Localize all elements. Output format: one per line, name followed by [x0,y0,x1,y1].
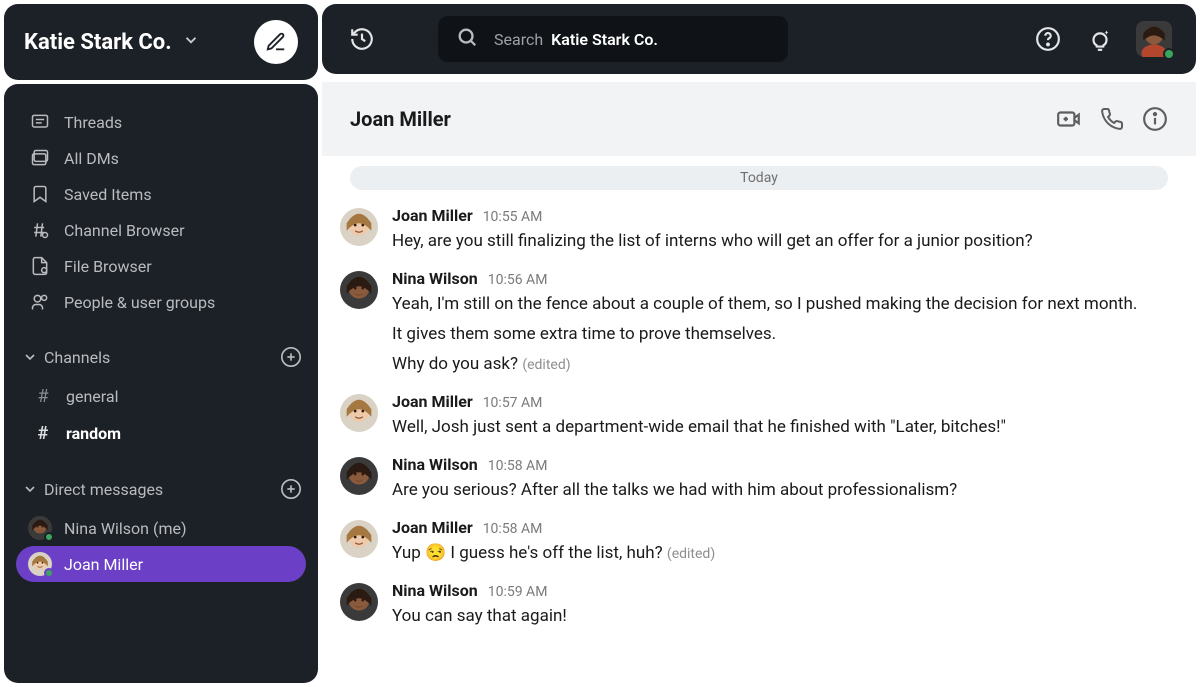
top-bar: Search Katie Stark Co. [322,4,1196,74]
sidebar-channel-general[interactable]: # general [16,378,306,415]
chevron-down-icon [22,349,38,365]
dms-icon [30,148,50,168]
compose-button[interactable] [254,20,298,64]
message: Joan Miller 10:58 AM Yup 😒 I guess he's … [340,518,1178,567]
avatar [340,457,378,495]
dm-name: Nina Wilson (me) [64,519,187,538]
edited-label: (edited) [522,357,570,373]
sidebar-item-saved[interactable]: Saved Items [16,176,306,212]
edited-label: (edited) [667,546,715,562]
call-button[interactable] [1100,107,1124,131]
sidebar-item-label: People & user groups [64,293,215,312]
sidebar-item-label: Threads [64,113,122,132]
message-text: It gives them some extra time to prove t… [392,320,1178,348]
chevron-down-icon [182,31,200,53]
message-text: Hey, are you still finalizing the list o… [392,227,1178,255]
sidebar-item-people[interactable]: People & user groups [16,284,306,320]
hash-icon: # [34,423,52,444]
channel-name: general [66,387,119,406]
avatar [340,583,378,621]
message-time: 10:55 AM [483,209,543,225]
message: Nina Wilson 10:56 AM Yeah, I'm still on … [340,269,1178,378]
avatar [28,516,52,540]
people-icon [30,292,50,312]
history-button[interactable] [346,23,378,55]
avatar [340,208,378,246]
message-author[interactable]: Joan Miller [392,392,473,411]
sidebar-item-channel-browser[interactable]: Channel Browser [16,212,306,248]
dms-section-header[interactable]: Direct messages [16,468,306,510]
message-text: Well, Josh just sent a department-wide e… [392,413,1178,441]
date-divider: Today [350,166,1168,190]
add-dm-button[interactable] [280,478,302,500]
sidebar-dm-item[interactable]: Joan Miller [16,546,306,582]
hash-icon: # [34,386,52,407]
avatar [340,394,378,432]
message: Nina Wilson 10:58 AM Are you serious? Af… [340,455,1178,504]
message-text: Yeah, I'm still on the fence about a cou… [392,290,1178,318]
section-label: Channels [44,348,110,367]
message-time: 10:59 AM [488,584,548,600]
conversation-title[interactable]: Joan Miller [350,107,451,131]
message-time: 10:58 AM [488,458,548,474]
sidebar-channel-random[interactable]: # random [16,415,306,452]
message-author[interactable]: Nina Wilson [392,581,478,600]
message: Joan Miller 10:55 AM Hey, are you still … [340,206,1178,255]
add-channel-button[interactable] [280,346,302,368]
sidebar-item-label: Channel Browser [64,221,185,240]
search-icon [456,26,478,52]
message: Joan Miller 10:57 AM Well, Josh just sen… [340,392,1178,441]
sidebar: Threads All DMs Saved Items Channel Brow… [4,84,318,683]
whats-new-button[interactable] [1084,23,1116,55]
presence-indicator [44,568,54,578]
presence-indicator [44,532,54,542]
message-time: 10:57 AM [483,395,543,411]
sidebar-item-label: All DMs [64,149,119,168]
sidebar-dm-item[interactable]: Nina Wilson (me) [16,510,306,546]
sidebar-item-all-dms[interactable]: All DMs [16,140,306,176]
channel-browser-icon [30,220,50,240]
message-author[interactable]: Nina Wilson [392,455,478,474]
info-button[interactable] [1142,106,1168,132]
workspace-switcher[interactable]: Katie Stark Co. [4,4,318,80]
dm-name: Joan Miller [64,555,143,574]
message-text: Why do you ask? (edited) [392,350,1178,378]
conversation-header: Joan Miller [322,82,1196,156]
search-input[interactable]: Search Katie Stark Co. [438,16,788,62]
sidebar-item-file-browser[interactable]: File Browser [16,248,306,284]
sidebar-item-label: File Browser [64,257,152,276]
message-time: 10:58 AM [483,521,543,537]
sidebar-item-threads[interactable]: Threads [16,104,306,140]
bookmark-icon [30,184,50,204]
add-video-button[interactable] [1056,106,1082,132]
threads-icon [30,112,50,132]
channels-section-header[interactable]: Channels [16,336,306,378]
message: Nina Wilson 10:59 AM You can say that ag… [340,581,1178,630]
presence-indicator [1163,48,1175,60]
message-list: Joan Miller 10:55 AM Hey, are you still … [322,190,1196,646]
message-author[interactable]: Joan Miller [392,518,473,537]
search-placeholder: Search Katie Stark Co. [494,30,658,49]
message-text: Are you serious? After all the talks we … [392,476,1178,504]
message-author[interactable]: Nina Wilson [392,269,478,288]
avatar [340,271,378,309]
channel-name: random [66,424,121,443]
message-text: Yup 😒 I guess he's off the list, huh? (e… [392,539,1178,567]
section-label: Direct messages [44,480,163,499]
sidebar-item-label: Saved Items [64,185,152,204]
avatar [28,552,52,576]
avatar [340,520,378,558]
message-text: You can say that again! [392,602,1178,630]
chevron-down-icon [22,481,38,497]
current-user-avatar[interactable] [1136,21,1172,57]
file-browser-icon [30,256,50,276]
message-author[interactable]: Joan Miller [392,206,473,225]
message-time: 10:56 AM [488,272,548,288]
workspace-name: Katie Stark Co. [24,30,172,55]
help-button[interactable] [1032,23,1064,55]
